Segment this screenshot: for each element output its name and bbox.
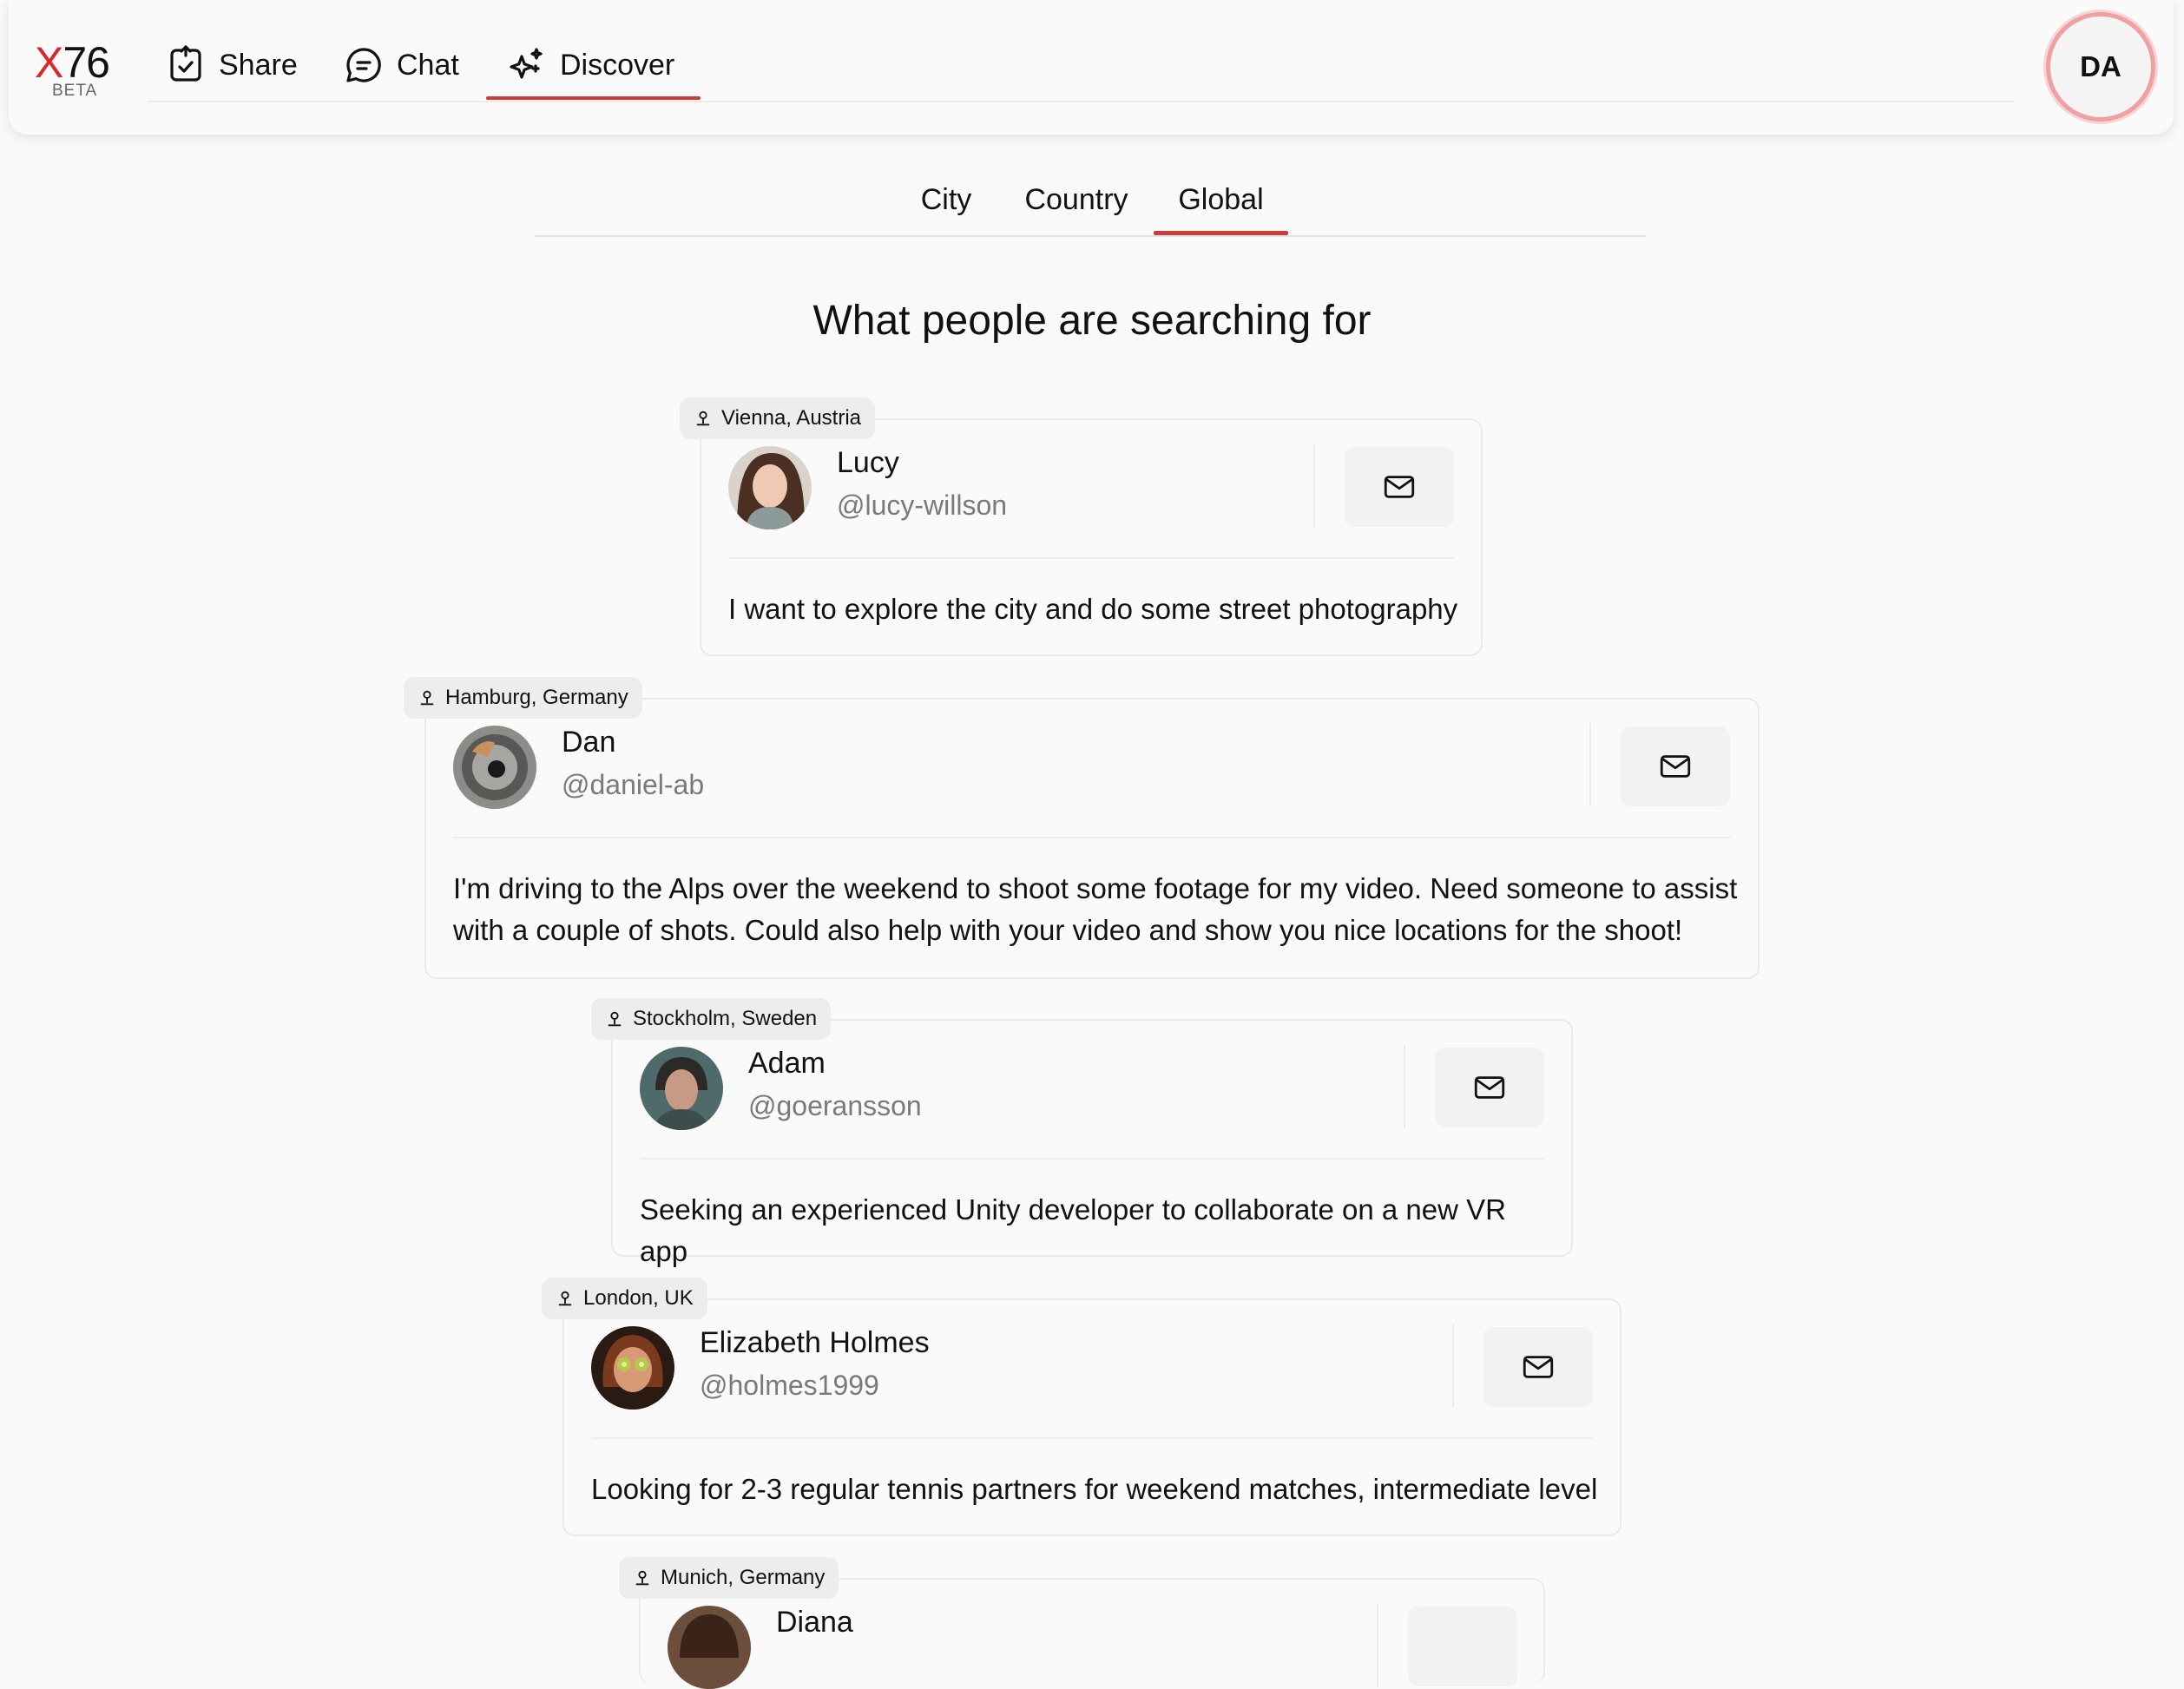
avatar[interactable] <box>591 1326 674 1410</box>
tab-country[interactable]: Country <box>1020 178 1133 221</box>
card-divider-vertical <box>1377 1604 1378 1687</box>
card-divider-vertical <box>1313 444 1315 528</box>
card-divider-vertical <box>1589 724 1591 807</box>
card-divider-vertical <box>1404 1045 1405 1128</box>
location-pin-icon <box>635 1570 649 1586</box>
search-card: Lucy @lucy-willson I want to explore the… <box>700 418 1483 656</box>
card-divider <box>591 1437 1593 1439</box>
share-check-icon <box>170 45 201 82</box>
tabs-divider <box>535 235 1646 237</box>
sparkles-icon <box>510 48 543 79</box>
beta-label: BETA <box>52 82 98 100</box>
location-pin-icon <box>420 690 434 706</box>
search-message: Seeking an experienced Unity developer t… <box>640 1193 1506 1267</box>
location-pin-icon <box>696 411 710 426</box>
header-divider <box>148 101 2014 102</box>
mail-icon <box>1523 1356 1554 1378</box>
user-name[interactable]: Elizabeth Holmes <box>700 1326 930 1360</box>
top-header: X76 BETA Share Chat Discover DA <box>9 0 2174 135</box>
location-badge: Hamburg, Germany <box>404 677 642 719</box>
avatar[interactable] <box>453 726 536 809</box>
nav-share[interactable]: Share <box>165 39 298 91</box>
user-handle: @holmes1999 <box>700 1370 879 1401</box>
card-divider <box>640 1158 1544 1160</box>
user-name[interactable]: Lucy <box>837 446 899 480</box>
card-divider-vertical <box>1452 1324 1454 1408</box>
tab-global[interactable]: Global <box>1168 178 1274 221</box>
tab-city[interactable]: City <box>911 178 981 221</box>
message-button[interactable] <box>1483 1327 1593 1407</box>
search-message: Looking for 2-3 regular tennis partners … <box>591 1473 1598 1505</box>
search-card: Elizabeth Holmes @holmes1999 Looking for… <box>562 1298 1622 1536</box>
avatar[interactable] <box>640 1047 723 1130</box>
user-name[interactable]: Adam <box>748 1047 826 1081</box>
card-divider <box>453 837 1731 838</box>
user-handle: @lucy-willson <box>837 490 1008 521</box>
app-logo[interactable]: X76 <box>35 36 110 89</box>
message-button[interactable] <box>1345 447 1454 527</box>
message-button[interactable] <box>1408 1607 1517 1686</box>
card-divider <box>728 557 1454 559</box>
user-name[interactable]: Dan <box>562 726 615 759</box>
user-avatar[interactable]: DA <box>2046 12 2155 122</box>
nav-chat[interactable]: Chat <box>343 39 459 91</box>
mail-icon <box>1474 1076 1505 1099</box>
search-message: I want to explore the city and do some s… <box>728 593 1458 625</box>
location-badge: Munich, Germany <box>619 1557 839 1599</box>
chat-bubble-icon <box>346 48 381 82</box>
mail-icon <box>1660 755 1691 778</box>
message-button[interactable] <box>1621 726 1730 806</box>
mail-icon <box>1384 476 1415 498</box>
location-badge: Stockholm, Sweden <box>591 998 832 1040</box>
active-nav-indicator <box>486 96 701 100</box>
location-badge: Vienna, Austria <box>680 398 876 439</box>
user-handle: @daniel-ab <box>562 769 705 800</box>
search-card: Dan @daniel-ab I'm driving to the Alps o… <box>424 698 1760 979</box>
active-tab-indicator <box>1154 231 1288 235</box>
search-message: I'm driving to the Alps over the weekend… <box>453 872 1738 946</box>
user-name[interactable]: Diana <box>776 1606 853 1640</box>
page-title: What people are searching for <box>812 298 1372 344</box>
message-button[interactable] <box>1435 1048 1544 1127</box>
avatar[interactable] <box>668 1606 751 1689</box>
avatar[interactable] <box>728 446 812 529</box>
nav-discover[interactable]: Discover <box>506 39 674 91</box>
location-pin-icon <box>558 1291 572 1306</box>
user-handle: @goeransson <box>748 1090 922 1121</box>
search-card: Adam @goeransson Seeking an experienced … <box>611 1019 1573 1267</box>
location-badge: London, UK <box>542 1278 707 1319</box>
location-pin-icon <box>608 1011 622 1027</box>
